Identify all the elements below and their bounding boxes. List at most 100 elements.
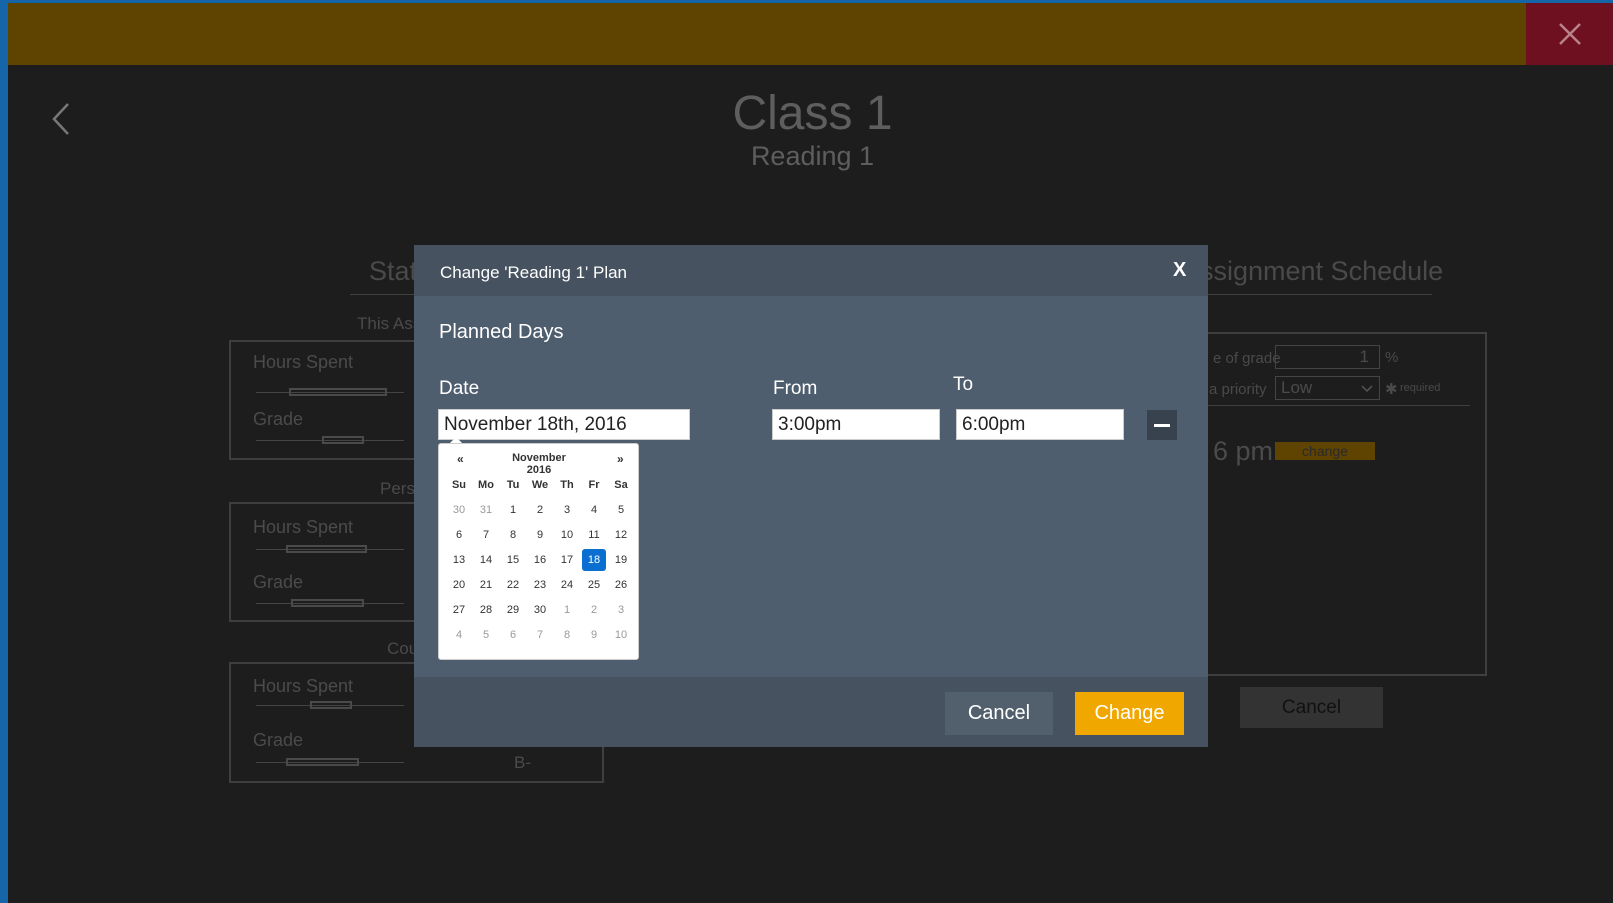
datepicker-next-button[interactable]: » bbox=[617, 452, 624, 466]
datepicker-weekday: Sa bbox=[614, 479, 628, 491]
datepicker-day[interactable]: 18 bbox=[582, 549, 606, 571]
datepicker-day[interactable]: 3 bbox=[609, 599, 633, 621]
datepicker-weekday-row: Su Mo Tu We Th Fr Sa bbox=[439, 474, 640, 499]
to-time-input[interactable]: 6:00pm bbox=[956, 409, 1124, 440]
grade-range-3 bbox=[286, 758, 359, 766]
date-input[interactable]: November 18th, 2016 bbox=[438, 409, 690, 440]
datepicker-day[interactable]: 26 bbox=[609, 574, 633, 596]
datepicker-day[interactable]: 27 bbox=[447, 599, 471, 621]
chevron-down-icon bbox=[1361, 385, 1373, 393]
required-label: required bbox=[1400, 382, 1441, 394]
schedule-heading-underline bbox=[1208, 294, 1432, 295]
datepicker-day[interactable]: 29 bbox=[501, 599, 525, 621]
modal-close-button[interactable]: X bbox=[1173, 259, 1186, 282]
percent-sign: % bbox=[1385, 349, 1399, 366]
stats-heading: Stat bbox=[369, 256, 418, 286]
remove-day-button[interactable] bbox=[1147, 410, 1177, 440]
datepicker-day[interactable]: 14 bbox=[474, 549, 498, 571]
datepicker-day[interactable]: 17 bbox=[555, 549, 579, 571]
from-time-input[interactable]: 3:00pm bbox=[772, 409, 940, 440]
datepicker-month-title[interactable]: November 2016 bbox=[499, 452, 579, 476]
percent-grade-input[interactable]: 1 bbox=[1275, 345, 1380, 369]
hours-label-3: Hours Spent bbox=[253, 676, 354, 696]
datepicker-day[interactable]: 6 bbox=[447, 524, 471, 546]
datepicker-day[interactable]: 5 bbox=[609, 499, 633, 521]
datepicker-day[interactable]: 9 bbox=[528, 524, 552, 546]
modal-header: Change 'Reading 1' Plan X bbox=[414, 245, 1208, 296]
datepicker-day[interactable]: 20 bbox=[447, 574, 471, 596]
background-cancel-button[interactable]: Cancel bbox=[1240, 687, 1383, 728]
datepicker-day[interactable]: 15 bbox=[501, 549, 525, 571]
this-assignment-label: This Ass bbox=[357, 314, 422, 333]
datepicker-day[interactable]: 25 bbox=[582, 574, 606, 596]
schedule-divider bbox=[1208, 405, 1470, 406]
change-button[interactable]: Change bbox=[1075, 692, 1184, 735]
datepicker-day[interactable]: 4 bbox=[447, 624, 471, 646]
modal-title: Change 'Reading 1' Plan bbox=[440, 263, 628, 282]
percent-grade-label: e of grade bbox=[1213, 350, 1281, 367]
datepicker-day[interactable]: 7 bbox=[528, 624, 552, 646]
minus-icon bbox=[1154, 423, 1170, 427]
grade-value: B- bbox=[514, 753, 531, 772]
datepicker-day[interactable]: 5 bbox=[474, 624, 498, 646]
datepicker-day[interactable]: 16 bbox=[528, 549, 552, 571]
stats-heading-underline bbox=[350, 294, 414, 295]
datepicker-day[interactable]: 31 bbox=[474, 499, 498, 521]
time-text: 6 pm bbox=[1213, 436, 1274, 466]
hours-range-3 bbox=[310, 701, 352, 709]
grade-range-2 bbox=[291, 599, 364, 607]
datepicker-day[interactable]: 1 bbox=[555, 599, 579, 621]
modal-footer: Cancel Change bbox=[414, 677, 1208, 747]
datepicker-day[interactable]: 2 bbox=[528, 499, 552, 521]
top-bar bbox=[8, 3, 1526, 65]
grade-label-2: Grade bbox=[253, 572, 304, 592]
datepicker-weekday: We bbox=[531, 479, 549, 491]
datepicker-week-row: 30 31 1 2 3 4 5 bbox=[439, 499, 640, 524]
datepicker-day[interactable]: 8 bbox=[555, 624, 579, 646]
datepicker-day[interactable]: 1 bbox=[501, 499, 525, 521]
datepicker-day[interactable]: 11 bbox=[582, 524, 606, 546]
datepicker-day[interactable]: 30 bbox=[528, 599, 552, 621]
datepicker-day[interactable]: 12 bbox=[609, 524, 633, 546]
datepicker-day[interactable]: 4 bbox=[582, 499, 606, 521]
datepicker-week-row: 13 14 15 16 17 18 19 bbox=[439, 549, 640, 574]
datepicker-week-row: 27 28 29 30 1 2 3 bbox=[439, 599, 640, 624]
datepicker-day[interactable]: 3 bbox=[555, 499, 579, 521]
grade-label-3: Grade bbox=[253, 730, 304, 750]
datepicker-day[interactable]: 10 bbox=[609, 624, 633, 646]
cancel-button[interactable]: Cancel bbox=[945, 692, 1053, 735]
datepicker-prev-button[interactable]: « bbox=[457, 452, 464, 466]
grade-range-1 bbox=[322, 436, 364, 444]
datepicker-day[interactable]: 2 bbox=[582, 599, 606, 621]
datepicker-day[interactable]: 9 bbox=[582, 624, 606, 646]
datepicker-day[interactable]: 13 bbox=[447, 549, 471, 571]
datepicker-day[interactable]: 22 bbox=[501, 574, 525, 596]
priority-label: a priority bbox=[1209, 381, 1267, 398]
datepicker-weekday: Th bbox=[560, 479, 574, 491]
grade-label-1: Grade bbox=[253, 409, 304, 429]
datepicker-day[interactable]: 8 bbox=[501, 524, 525, 546]
datepicker-day[interactable]: 28 bbox=[474, 599, 498, 621]
required-asterisk-icon: ✱ bbox=[1385, 381, 1398, 398]
hours-label-2: Hours Spent bbox=[253, 517, 354, 537]
datepicker: « November 2016 » Su Mo Tu We Th Fr Sa 30 31 1 2 3 4… bbox=[438, 443, 639, 660]
datepicker-day[interactable]: 10 bbox=[555, 524, 579, 546]
close-window-button[interactable] bbox=[1526, 3, 1613, 65]
datepicker-day[interactable]: 6 bbox=[501, 624, 525, 646]
hours-label-1: Hours Spent bbox=[253, 352, 354, 372]
close-icon bbox=[1558, 23, 1581, 45]
datepicker-weekday: Su bbox=[451, 479, 467, 491]
datepicker-day[interactable]: 19 bbox=[609, 549, 633, 571]
priority-select[interactable]: Low bbox=[1275, 376, 1380, 400]
datepicker-day[interactable]: 23 bbox=[528, 574, 552, 596]
background-change-button[interactable]: change bbox=[1275, 442, 1375, 460]
datepicker-day[interactable]: 21 bbox=[474, 574, 498, 596]
hours-range-1 bbox=[289, 388, 387, 396]
datepicker-day[interactable]: 7 bbox=[474, 524, 498, 546]
datepicker-day[interactable]: 24 bbox=[555, 574, 579, 596]
personal-label: Pers bbox=[380, 479, 415, 498]
page-subtitle: Reading 1 bbox=[750, 141, 875, 171]
datepicker-day[interactable]: 30 bbox=[447, 499, 471, 521]
priority-value: Low bbox=[1281, 378, 1313, 397]
page-title: Class 1 bbox=[732, 87, 893, 140]
